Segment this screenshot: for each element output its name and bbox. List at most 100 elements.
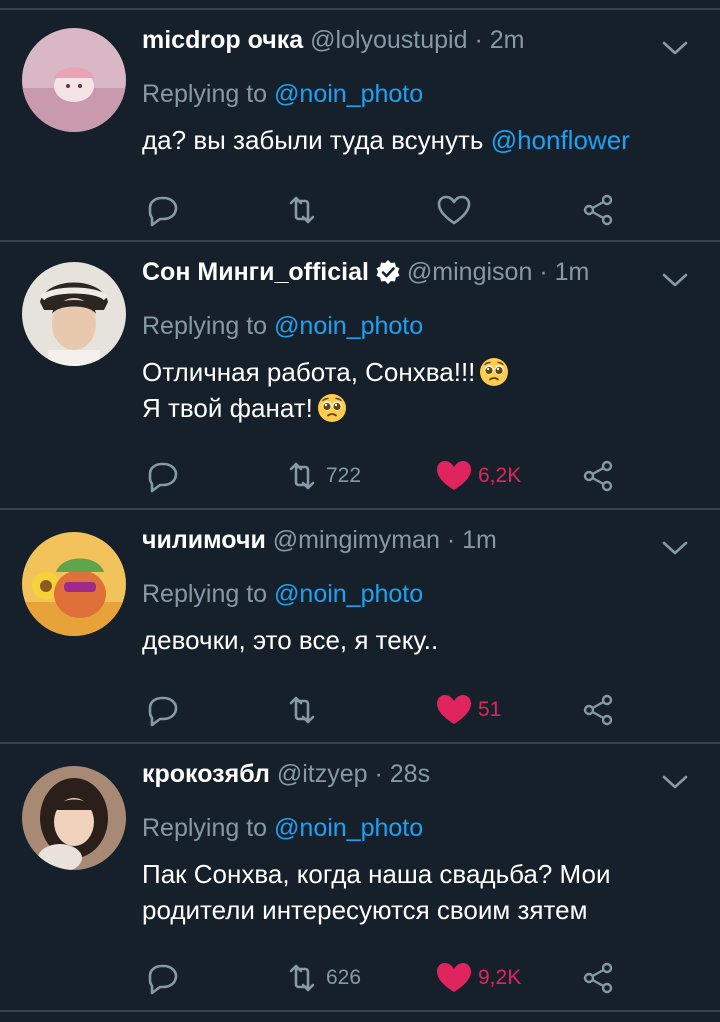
pleading-face-emoji	[317, 393, 347, 423]
reply-button[interactable]	[142, 690, 182, 730]
replying-to: Replying to @noin_photo	[142, 578, 423, 610]
like-button[interactable]	[434, 190, 474, 230]
tweet-text-line: Отличная работа, Сонхва!!!	[142, 357, 476, 387]
tweet-text-line: Пак Сонхва, когда наша свадьба? Мои	[142, 859, 611, 889]
avatar[interactable]	[22, 28, 126, 132]
tweet-text: Пак Сонхва, когда наша свадьба? Мои роди…	[142, 856, 690, 928]
heart-icon	[434, 190, 474, 230]
mention-link[interactable]: @noin_photo	[274, 312, 423, 340]
share-button[interactable]	[578, 958, 618, 998]
retweet-icon	[282, 958, 322, 998]
retweet-count: 626	[326, 966, 362, 989]
reply-icon	[142, 190, 182, 230]
timestamp[interactable]: 28s	[390, 760, 430, 788]
display-name[interactable]: крокозябл	[142, 760, 270, 788]
pleading-face-emoji	[479, 357, 509, 387]
replying-to: Replying to @noin_photo	[142, 310, 423, 342]
chevron-down-icon[interactable]	[660, 38, 690, 58]
share-button[interactable]	[578, 690, 618, 730]
verified-badge-icon	[376, 260, 400, 284]
tweet-text: Отличная работа, Сонхва!!! Я твой фанат!	[142, 354, 690, 426]
retweet-count: 722	[326, 464, 362, 487]
retweet-button[interactable]	[282, 690, 322, 730]
share-button[interactable]	[578, 190, 618, 230]
tweet[interactable]: чилимочи @mingimyman · 1m Replying to @n…	[0, 510, 720, 744]
share-icon	[578, 958, 618, 998]
heart-icon	[434, 690, 474, 730]
chevron-down-icon[interactable]	[660, 772, 690, 792]
tweet-text-line: родители интересуются своим зятем	[142, 895, 588, 925]
tweet-text-content: да? вы забыли туда всунуть	[142, 125, 484, 155]
replying-to-label: Replying to	[142, 312, 268, 340]
timestamp[interactable]: 2m	[490, 26, 525, 54]
separator-dot: ·	[374, 760, 383, 788]
user-handle[interactable]: @itzyep	[277, 760, 368, 788]
share-button[interactable]	[578, 456, 618, 496]
reply-button[interactable]	[142, 456, 182, 496]
retweet-icon	[282, 456, 322, 496]
share-icon	[578, 456, 618, 496]
heart-icon	[434, 456, 474, 496]
retweet-button[interactable]	[282, 190, 322, 230]
avatar[interactable]	[22, 766, 126, 870]
timestamp[interactable]: 1m	[462, 526, 497, 554]
tweet[interactable]: micdrop очка @lolyoustupid · 2m Replying…	[0, 10, 720, 242]
replying-to: Replying to @noin_photo	[142, 78, 423, 110]
reply-button[interactable]	[142, 190, 182, 230]
mention-link[interactable]: @noin_photo	[274, 814, 423, 842]
reply-icon	[142, 456, 182, 496]
tweet-feed: micdrop очка @lolyoustupid · 2m Replying…	[0, 0, 720, 1022]
avatar[interactable]	[22, 532, 126, 636]
timestamp[interactable]: 1m	[555, 258, 590, 286]
like-count: 51	[478, 698, 502, 721]
separator-dot: ·	[539, 258, 548, 286]
tweet-text: девочки, это все, я теку..	[142, 622, 690, 658]
replying-to: Replying to @noin_photo	[142, 812, 423, 844]
retweet-button[interactable]: 722	[282, 456, 361, 496]
reply-icon	[142, 690, 182, 730]
tweet-header: Сон Минги_official @mingison · 1m	[142, 256, 660, 288]
reply-icon	[142, 958, 182, 998]
action-bar: 626 9,2K	[142, 958, 662, 998]
display-name[interactable]: micdrop очка	[142, 26, 303, 54]
heart-icon	[434, 958, 474, 998]
user-handle[interactable]: @lolyoustupid	[310, 26, 467, 54]
mention-link[interactable]: @honflower	[491, 125, 630, 155]
replying-to-label: Replying to	[142, 814, 268, 842]
action-bar: 722 6,2K	[142, 456, 662, 496]
display-name[interactable]: чилимочи	[142, 526, 266, 554]
user-handle[interactable]: @mingison	[407, 258, 532, 286]
tweet-header: micdrop очка @lolyoustupid · 2m	[142, 24, 660, 56]
like-button[interactable]: 51	[434, 690, 501, 730]
share-icon	[578, 190, 618, 230]
tweet[interactable]: крокозябл @itzyep · 28s Replying to @noi…	[0, 744, 720, 1012]
like-count: 9,2K	[478, 966, 522, 989]
chevron-down-icon[interactable]	[660, 270, 690, 290]
user-handle[interactable]: @mingimyman	[273, 526, 440, 554]
separator-dot: ·	[446, 526, 456, 554]
action-bar: 51	[142, 690, 662, 730]
retweet-button[interactable]: 626	[282, 958, 361, 998]
retweet-icon	[282, 190, 322, 230]
mention-link[interactable]: @noin_photo	[274, 80, 423, 108]
tweet-header: чилимочи @mingimyman · 1m	[142, 524, 660, 556]
tweet-text-line: Я твой фанат!	[142, 393, 313, 423]
tweet-header: крокозябл @itzyep · 28s	[142, 758, 660, 790]
replying-to-label: Replying to	[142, 580, 268, 608]
like-button[interactable]: 9,2K	[434, 958, 521, 998]
separator-dot: ·	[474, 26, 483, 54]
tweet-text: да? вы забыли туда всунуть @honflower	[142, 122, 690, 158]
display-name[interactable]: Сон Минги_official	[142, 258, 369, 286]
mention-link[interactable]: @noin_photo	[274, 580, 423, 608]
reply-button[interactable]	[142, 958, 182, 998]
retweet-icon	[282, 690, 322, 730]
tweet[interactable]: Сон Минги_official @mingison · 1m Replyin…	[0, 242, 720, 510]
action-bar	[142, 190, 662, 230]
chevron-down-icon[interactable]	[660, 538, 690, 558]
replying-to-label: Replying to	[142, 80, 268, 108]
like-button[interactable]: 6,2K	[434, 456, 521, 496]
avatar[interactable]	[22, 262, 126, 366]
tweet-text-content: девочки, это все, я теку..	[142, 625, 439, 655]
share-icon	[578, 690, 618, 730]
like-count: 6,2K	[478, 464, 522, 487]
